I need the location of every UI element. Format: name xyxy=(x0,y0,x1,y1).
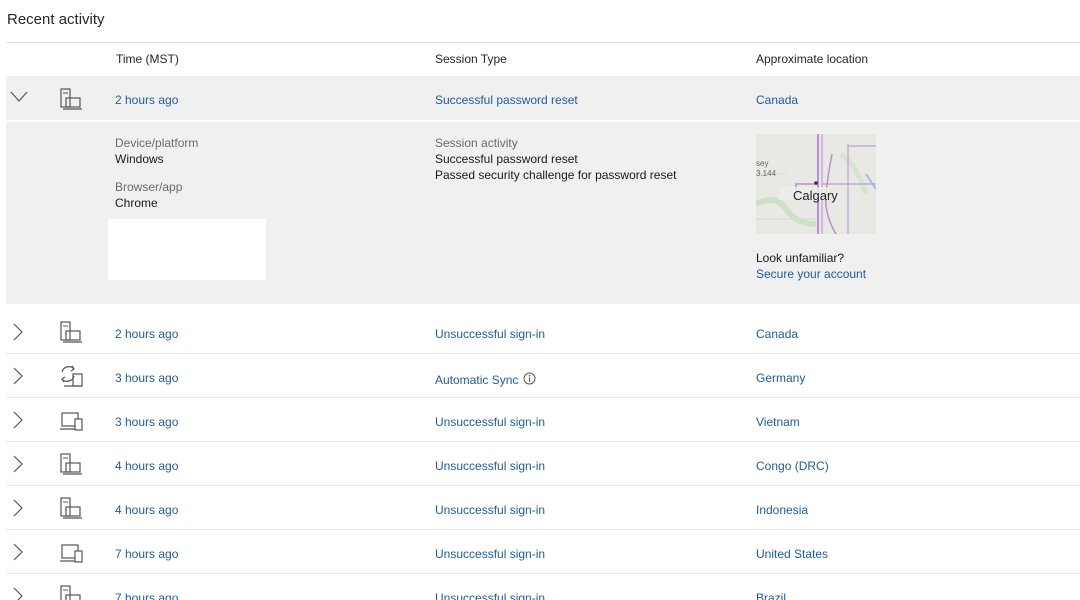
activity-row[interactable]: 2 hours ago Unsuccessful sign-in Canada xyxy=(6,309,1080,354)
session-type-link[interactable]: Unsuccessful sign-in xyxy=(435,591,545,600)
laptop-phone-icon xyxy=(60,544,83,563)
browser-app-value: Chrome xyxy=(115,196,158,210)
session-activity-item: Passed security challenge for password r… xyxy=(435,168,677,182)
location-link[interactable]: United States xyxy=(756,547,828,561)
chevron-right-icon[interactable] xyxy=(11,499,25,517)
desktop-pc-icon xyxy=(60,88,82,110)
activity-row[interactable]: 4 hours ago Unsuccessful sign-in Indones… xyxy=(6,485,1080,530)
activity-details-panel: Device/platform Windows Browser/app Chro… xyxy=(6,122,1080,304)
expanded-time-link[interactable]: 2 hours ago xyxy=(115,93,178,107)
device-platform-label: Device/platform xyxy=(115,136,199,150)
location-link[interactable]: Canada xyxy=(756,327,798,341)
time-link[interactable]: 3 hours ago xyxy=(115,415,178,429)
location-link[interactable]: Brazil xyxy=(756,591,786,600)
chevron-right-icon[interactable] xyxy=(11,587,25,600)
time-link[interactable]: 7 hours ago xyxy=(115,547,178,561)
column-header-location: Approximate location xyxy=(756,52,869,66)
page-title: Recent activity xyxy=(7,11,105,28)
chevron-right-icon[interactable] xyxy=(11,323,25,341)
chevron-right-icon[interactable] xyxy=(11,543,25,561)
activity-row[interactable]: 7 hours ago Unsuccessful sign-in Brazil xyxy=(6,573,1080,600)
secure-account-link[interactable]: Secure your account xyxy=(756,267,866,281)
session-type-link[interactable]: Automatic Sync xyxy=(435,373,518,387)
session-type-link[interactable]: Unsuccessful sign-in xyxy=(435,459,545,473)
location-map[interactable]: sey 3.144 Calgary xyxy=(756,134,876,234)
column-header-session-type: Session Type xyxy=(435,52,507,66)
location-link[interactable]: Vietnam xyxy=(756,415,800,429)
laptop-phone-icon xyxy=(60,412,83,431)
desktop-pc-icon xyxy=(60,453,82,475)
map-image xyxy=(756,134,876,234)
sync-devices-icon xyxy=(61,365,83,387)
chevron-down-icon[interactable] xyxy=(10,91,28,103)
look-unfamiliar-text: Look unfamiliar? xyxy=(756,251,845,265)
session-type-link[interactable]: Unsuccessful sign-in xyxy=(435,503,545,517)
time-link[interactable]: 2 hours ago xyxy=(115,327,178,341)
map-label-partial-2: 3.144 xyxy=(756,169,777,178)
redacted-area xyxy=(108,219,266,280)
activity-row-expanded[interactable]: 2 hours ago Successful password reset Ca… xyxy=(6,76,1080,120)
device-platform-value: Windows xyxy=(115,152,164,166)
map-city-label: Calgary xyxy=(793,188,838,203)
time-link[interactable]: 4 hours ago xyxy=(115,503,178,517)
map-label-partial-1: sey xyxy=(756,159,769,168)
activity-row[interactable]: 3 hours ago Automatic Sync Germany xyxy=(6,353,1080,398)
time-link[interactable]: 7 hours ago xyxy=(115,591,178,600)
time-link[interactable]: 4 hours ago xyxy=(115,459,178,473)
chevron-right-icon[interactable] xyxy=(11,411,25,429)
desktop-pc-icon xyxy=(60,585,81,600)
activity-row[interactable]: 4 hours ago Unsuccessful sign-in Congo (… xyxy=(6,441,1080,486)
location-link[interactable]: Congo (DRC) xyxy=(756,459,829,473)
location-link[interactable]: Indonesia xyxy=(756,503,808,517)
column-header-time: Time (MST) xyxy=(116,52,179,66)
title-divider xyxy=(6,42,1080,43)
activity-row[interactable]: 7 hours ago Unsuccessful sign-in United … xyxy=(6,529,1080,574)
activity-row[interactable]: 3 hours ago Unsuccessful sign-in Vietnam xyxy=(6,397,1080,442)
chevron-right-icon[interactable] xyxy=(11,455,25,473)
chevron-right-icon[interactable] xyxy=(11,367,25,385)
session-type-link[interactable]: Unsuccessful sign-in xyxy=(435,547,545,561)
desktop-pc-icon xyxy=(60,321,82,343)
location-link[interactable]: Germany xyxy=(756,371,805,385)
session-activity-label: Session activity xyxy=(435,136,518,150)
time-link[interactable]: 3 hours ago xyxy=(115,371,178,385)
info-icon[interactable] xyxy=(523,372,536,385)
expanded-session-link[interactable]: Successful password reset xyxy=(435,93,578,107)
session-type-link[interactable]: Unsuccessful sign-in xyxy=(435,415,545,429)
session-type-link[interactable]: Unsuccessful sign-in xyxy=(435,327,545,341)
desktop-pc-icon xyxy=(60,497,82,519)
session-type-cell: Automatic Sync xyxy=(435,372,536,387)
expanded-location-link[interactable]: Canada xyxy=(756,93,798,107)
browser-app-label: Browser/app xyxy=(115,180,183,194)
session-activity-item: Successful password reset xyxy=(435,152,578,166)
